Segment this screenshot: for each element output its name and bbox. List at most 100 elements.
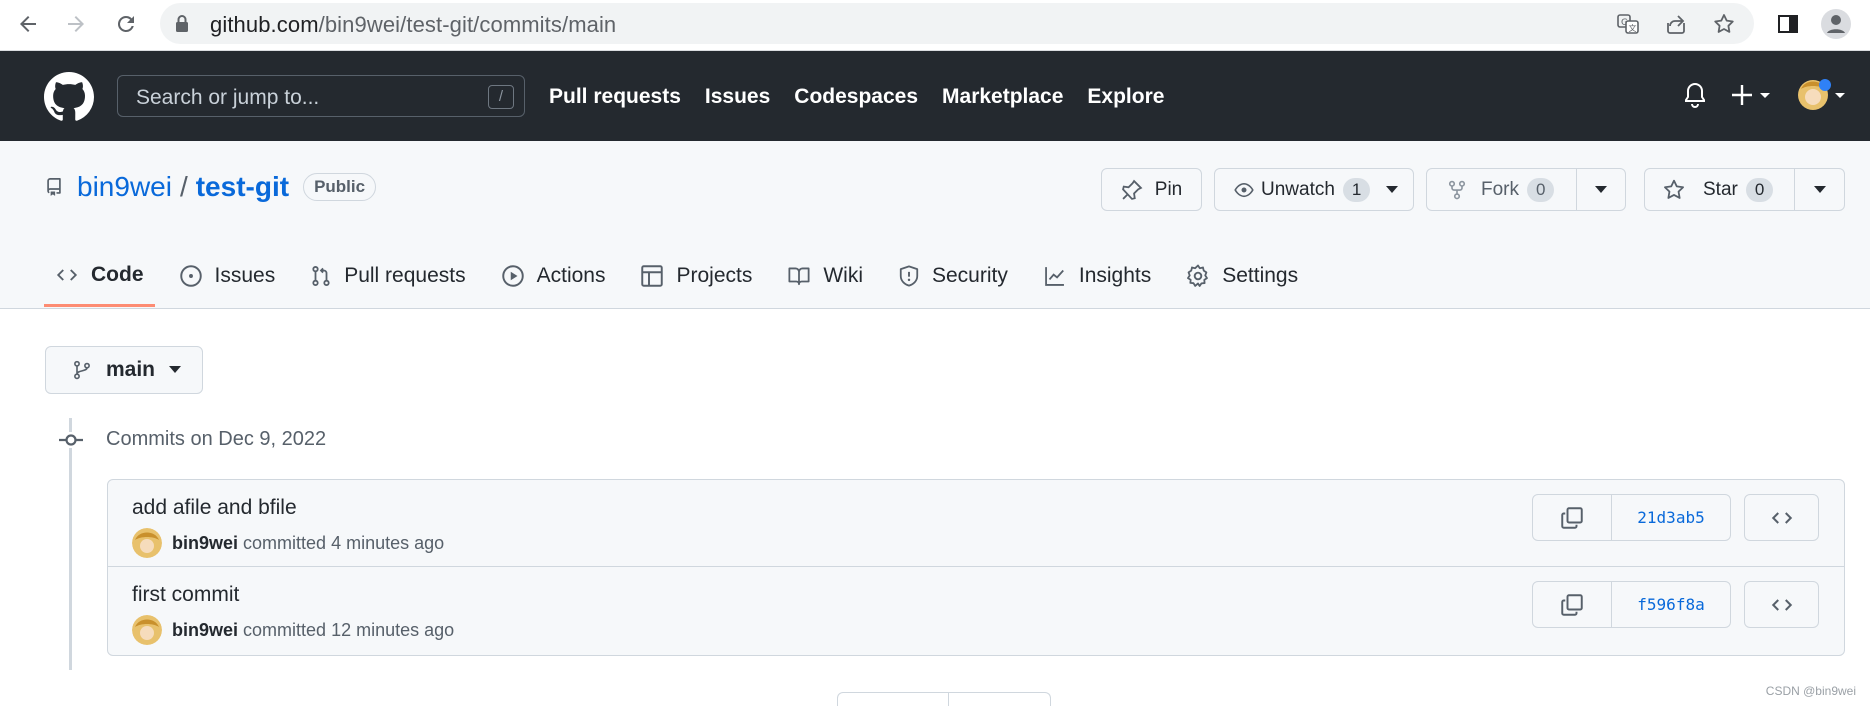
bookmark-star-icon[interactable] <box>1711 11 1737 37</box>
github-header: Search or jump to... / Pull requests Iss… <box>0 51 1870 141</box>
code-icon <box>1771 598 1792 611</box>
commit-author-link[interactable]: bin9wei <box>172 620 238 641</box>
search-shortcut-hint: / <box>488 85 514 109</box>
copy-icon <box>1561 506 1583 529</box>
nav-marketplace[interactable]: Marketplace <box>942 85 1063 109</box>
plus-icon <box>1732 85 1770 105</box>
commit-meta: bin9wei committed 12 minutes ago <box>132 615 454 645</box>
create-new-dropdown[interactable] <box>1730 81 1772 109</box>
pagination-buttons[interactable] <box>837 692 1051 706</box>
reload-icon <box>118 15 134 32</box>
commit-sha-group: 21d3ab5 <box>1532 494 1731 541</box>
reload-button[interactable] <box>108 6 144 42</box>
commit-message-link[interactable]: add afile and bfile <box>132 496 297 520</box>
repo-owner-link[interactable]: bin9wei <box>77 171 172 203</box>
fork-button[interactable]: Fork 0 <box>1426 168 1626 211</box>
git-commit-icon <box>58 432 84 448</box>
nav-pull-requests[interactable]: Pull requests <box>549 85 681 109</box>
profile-button[interactable] <box>1818 6 1854 42</box>
arrow-left-icon <box>20 16 36 32</box>
code-icon <box>56 268 78 281</box>
tab-insights[interactable]: Insights <box>1032 245 1162 307</box>
graph-icon <box>1045 267 1064 286</box>
eye-icon <box>1234 182 1254 197</box>
address-bar[interactable]: github.com/bin9wei/test-git/commits/main… <box>160 3 1754 44</box>
tab-issues[interactable]: Issues <box>168 245 287 307</box>
tab-settings[interactable]: Settings <box>1175 245 1309 307</box>
browse-repo-at-commit-button[interactable] <box>1744 581 1819 628</box>
global-nav: Pull requests Issues Codespaces Marketpl… <box>549 85 1164 109</box>
code-icon <box>1771 511 1792 524</box>
tab-wiki[interactable]: Wiki <box>776 245 874 307</box>
side-panel-icon <box>1778 15 1798 33</box>
branch-select-button[interactable]: main <box>45 346 203 394</box>
repo-title: bin9wei / test-git Public <box>45 171 377 203</box>
pull-request-icon <box>312 266 330 286</box>
shield-icon <box>899 265 919 287</box>
fork-icon <box>1448 180 1466 199</box>
repo-header: bin9wei / test-git Public Pin Unwatch 1 … <box>0 141 1870 309</box>
commit-timeline-line <box>69 418 72 670</box>
commit-time: 4 minutes ago <box>331 532 445 553</box>
github-logo-icon[interactable] <box>44 72 94 122</box>
commit-author-link[interactable]: bin9wei <box>172 533 238 554</box>
pin-icon <box>1121 179 1143 200</box>
lock-icon <box>176 15 188 32</box>
commit-list: add afile and bfile bin9wei committed 4 … <box>107 479 1845 656</box>
caret-down-icon <box>1814 186 1826 193</box>
tab-code[interactable]: Code <box>44 245 155 307</box>
star-button[interactable]: Star 0 <box>1644 168 1845 211</box>
commit-row: first commit bin9wei committed 12 minute… <box>108 567 1844 655</box>
commit-sha-link[interactable]: 21d3ab5 <box>1612 495 1730 540</box>
avatar[interactable] <box>132 615 162 645</box>
caret-down-icon <box>169 366 182 373</box>
arrow-right-icon <box>68 16 84 32</box>
nav-explore[interactable]: Explore <box>1087 85 1164 109</box>
tab-pull-requests[interactable]: Pull requests <box>299 245 476 307</box>
share-icon[interactable] <box>1663 11 1689 37</box>
profile-icon <box>1821 9 1851 39</box>
commit-sha-link[interactable]: f596f8a <box>1612 582 1730 627</box>
issue-icon <box>179 265 202 287</box>
watch-button[interactable]: Unwatch 1 <box>1214 168 1414 211</box>
avatar[interactable] <box>132 528 162 558</box>
git-branch-icon <box>74 360 90 380</box>
repo-path-separator: / <box>179 171 188 202</box>
search-input[interactable]: Search or jump to... / <box>117 75 525 117</box>
repo-name-link[interactable]: test-git <box>196 171 289 203</box>
caret-down-icon <box>1595 186 1607 193</box>
copy-sha-button[interactable] <box>1533 582 1612 627</box>
nav-issues[interactable]: Issues <box>705 85 770 109</box>
play-icon <box>501 265 524 287</box>
tab-security[interactable]: Security <box>887 245 1019 307</box>
browse-repo-at-commit-button[interactable] <box>1744 494 1819 541</box>
visibility-badge: Public <box>303 173 377 201</box>
caret-down-icon <box>1386 185 1399 193</box>
commit-time: 12 minutes ago <box>331 619 455 640</box>
gear-icon <box>1187 264 1209 287</box>
notifications-bell-icon[interactable] <box>1683 81 1707 109</box>
url-text: github.com/bin9wei/test-git/commits/main <box>210 12 617 37</box>
side-panel-button[interactable] <box>1770 6 1806 42</box>
commit-meta: bin9wei committed 4 minutes ago <box>132 528 444 558</box>
copy-sha-button[interactable] <box>1533 495 1612 540</box>
back-button[interactable] <box>10 6 46 42</box>
translate-icon[interactable]: G文 <box>1615 11 1641 37</box>
nav-codespaces[interactable]: Codespaces <box>794 85 918 109</box>
copy-icon <box>1561 593 1583 616</box>
forward-button[interactable] <box>58 6 94 42</box>
star-count: 0 <box>1745 177 1774 202</box>
tab-projects[interactable]: Projects <box>629 245 763 307</box>
pin-button[interactable]: Pin <box>1101 168 1202 211</box>
star-icon <box>1664 179 1684 199</box>
branch-name: main <box>106 358 156 381</box>
watch-count: 1 <box>1342 177 1371 202</box>
table-icon <box>641 265 664 287</box>
repo-tabs: Code Issues Pull requests Actions Projec… <box>44 245 1322 309</box>
tab-actions[interactable]: Actions <box>490 245 617 307</box>
commit-row: add afile and bfile bin9wei committed 4 … <box>108 480 1844 567</box>
user-menu-dropdown[interactable] <box>1795 75 1847 115</box>
book-icon <box>788 267 810 286</box>
user-avatar-icon <box>1798 79 1845 110</box>
commit-message-link[interactable]: first commit <box>132 583 239 607</box>
